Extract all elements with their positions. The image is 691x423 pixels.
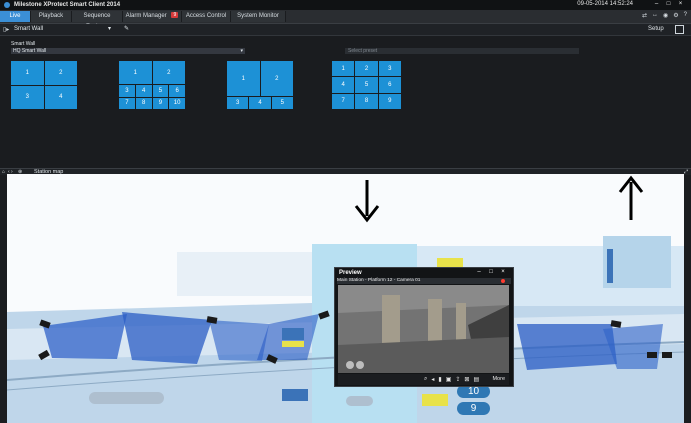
monitor-cell[interactable]: 1: [332, 61, 355, 77]
preview-maximize-button[interactable]: □: [487, 269, 495, 276]
monitor-cell[interactable]: 3: [11, 85, 44, 109]
tab-system-monitor[interactable]: System Monitor: [231, 11, 286, 22]
recording-indicator-icon: [501, 279, 505, 283]
monitor-cell[interactable]: 2: [260, 61, 293, 97]
smart-wall-layout-2[interactable]: 1 2 3 4 5 6 7 8 9 10: [119, 61, 185, 109]
monitor-cell[interactable]: 7: [332, 93, 355, 109]
tab-playback-label: Playback: [38, 13, 64, 19]
home-icon[interactable]: ⌂: [2, 169, 5, 175]
tab-live[interactable]: Live: [0, 11, 31, 22]
monitor-cell[interactable]: 6: [378, 77, 401, 93]
smart-wall-select[interactable]: HQ Smart Wall ▾: [11, 48, 245, 54]
monitor-cell[interactable]: 2: [152, 61, 185, 84]
preview-close-button[interactable]: ×: [499, 269, 507, 276]
app-title: Milestone XProtect Smart Client 2014: [14, 2, 121, 8]
monitor-cell[interactable]: 1: [11, 61, 44, 85]
panel-toggle-icon[interactable]: ▯▸: [3, 26, 9, 33]
monitor-cell[interactable]: 2: [355, 61, 378, 77]
tab-live-label: Live: [9, 13, 21, 19]
preset-placeholder: Select preset: [348, 48, 378, 54]
monitor-cell[interactable]: 2: [44, 61, 77, 85]
datetime-display: 09-05-2014 14:52:24: [577, 1, 633, 7]
view-dropdown-button[interactable]: ▾: [108, 25, 111, 32]
arrows-icon[interactable]: ↔: [652, 12, 658, 19]
monitor-cell[interactable]: 9: [378, 93, 401, 109]
expand-icon[interactable]: ⤢: [684, 169, 688, 175]
smart-wall-layout-4[interactable]: 1 2 3 4 5 6 7 8 9: [332, 61, 401, 109]
fullscreen-icon[interactable]: [675, 25, 684, 34]
preset-select[interactable]: Select preset: [345, 48, 579, 54]
monitor-cell[interactable]: 5: [152, 85, 169, 97]
gear-icon[interactable]: ⚙: [673, 12, 678, 19]
preview-minimize-button[interactable]: –: [475, 269, 483, 276]
tab-bar-icons: ⇄ ↔ ◉ ⚙ ?: [642, 12, 687, 19]
monitor-cell[interactable]: 7: [119, 97, 135, 109]
playback-icon[interactable]: ◂: [431, 376, 434, 383]
monitor-cell[interactable]: 10: [169, 97, 185, 109]
print-icon[interactable]: ▤: [473, 376, 479, 383]
smart-client-window: Milestone XProtect Smart Client 2014 09-…: [0, 0, 691, 423]
bookmark-icon[interactable]: ▮: [438, 376, 441, 383]
platform-number-badge: 9: [457, 402, 490, 415]
monitor-cell[interactable]: 8: [355, 93, 378, 109]
tab-sequence-explorer[interactable]: Sequence Explorer: [72, 11, 123, 30]
preview-control-icons: ⌕ ◂ ▮ ▣ ⇪ ⊠ ▤: [424, 376, 479, 383]
share-icon[interactable]: ⇄: [642, 12, 647, 19]
milestone-logo: [4, 2, 10, 8]
monitor-cell[interactable]: 5: [355, 77, 378, 93]
monitor-cell[interactable]: 3: [119, 85, 135, 97]
snapshot-icon[interactable]: ▣: [446, 376, 452, 383]
preview-controls: ⌕ ◂ ▮ ▣ ⇪ ⊠ ▤ More: [338, 374, 509, 385]
tab-access-control-label: Access Control: [185, 13, 227, 19]
monitor-cell[interactable]: 6: [169, 85, 185, 97]
tab-system-monitor-label: System Monitor: [237, 13, 279, 19]
zoom-icon[interactable]: ⌕: [424, 376, 427, 383]
title-bar: Milestone XProtect Smart Client 2014 09-…: [0, 0, 691, 10]
monitor-cell[interactable]: 4: [44, 85, 77, 109]
smart-wall-layout-3[interactable]: 1 2 3 4 5: [227, 61, 293, 109]
help-icon[interactable]: ?: [684, 12, 687, 19]
maximize-button[interactable]: □: [664, 1, 673, 8]
chevron-down-icon: ▾: [240, 48, 243, 54]
more-button[interactable]: More: [492, 376, 505, 382]
tab-alarm-manager-label: Alarm Manager: [125, 13, 167, 19]
view-selector-label[interactable]: Smart Wall: [14, 26, 43, 32]
preview-title: Preview: [339, 270, 362, 276]
view-toolbar: ▯▸ Smart Wall ▾ ✎ Setup: [0, 24, 691, 36]
tab-access-control[interactable]: Access Control: [182, 11, 231, 22]
monitor-cell[interactable]: 8: [135, 97, 152, 109]
monitor-cell[interactable]: 9: [152, 97, 169, 109]
monitor-cell[interactable]: 1: [119, 61, 152, 84]
camera-video-frame[interactable]: [338, 285, 509, 373]
minimize-button[interactable]: –: [652, 1, 661, 8]
tab-alarm-manager[interactable]: Alarm Manager 9: [123, 11, 182, 22]
main-tab-bar: Live Playback Sequence Explorer Alarm Ma…: [0, 10, 691, 30]
export-icon[interactable]: ⇪: [455, 376, 460, 383]
camera-preview-window[interactable]: Preview – □ × Main Station - Platform 12…: [334, 267, 514, 387]
monitor-cell[interactable]: 5: [271, 97, 293, 109]
smart-wall-section-label: Smart Wall: [11, 41, 36, 47]
monitor-cell[interactable]: 1: [227, 61, 260, 97]
globe-icon[interactable]: ◉: [663, 12, 668, 19]
tab-playback[interactable]: Playback: [31, 11, 72, 22]
alarm-count-badge: 9: [171, 12, 179, 19]
camera-caption-text: Main Station - Platform 12 - Camera 01: [337, 278, 421, 283]
smart-wall-layout-1[interactable]: 1 2 3 4: [11, 61, 77, 109]
monitor-cell[interactable]: 4: [332, 77, 355, 93]
setup-button[interactable]: Setup: [648, 26, 664, 32]
monitor-cell[interactable]: 3: [227, 97, 249, 109]
monitor-cell[interactable]: 4: [249, 97, 271, 109]
smart-wall-selected-value: HQ Smart Wall: [13, 48, 47, 54]
monitor-cell[interactable]: 3: [378, 61, 401, 77]
lock-icon[interactable]: ⊠: [464, 376, 469, 383]
pin-icon[interactable]: ✎: [124, 25, 129, 32]
camera-image: [338, 285, 509, 373]
camera-caption: Main Station - Platform 12 - Camera 01: [337, 278, 511, 284]
close-button[interactable]: ×: [676, 1, 685, 8]
monitor-cell[interactable]: 4: [135, 85, 152, 97]
